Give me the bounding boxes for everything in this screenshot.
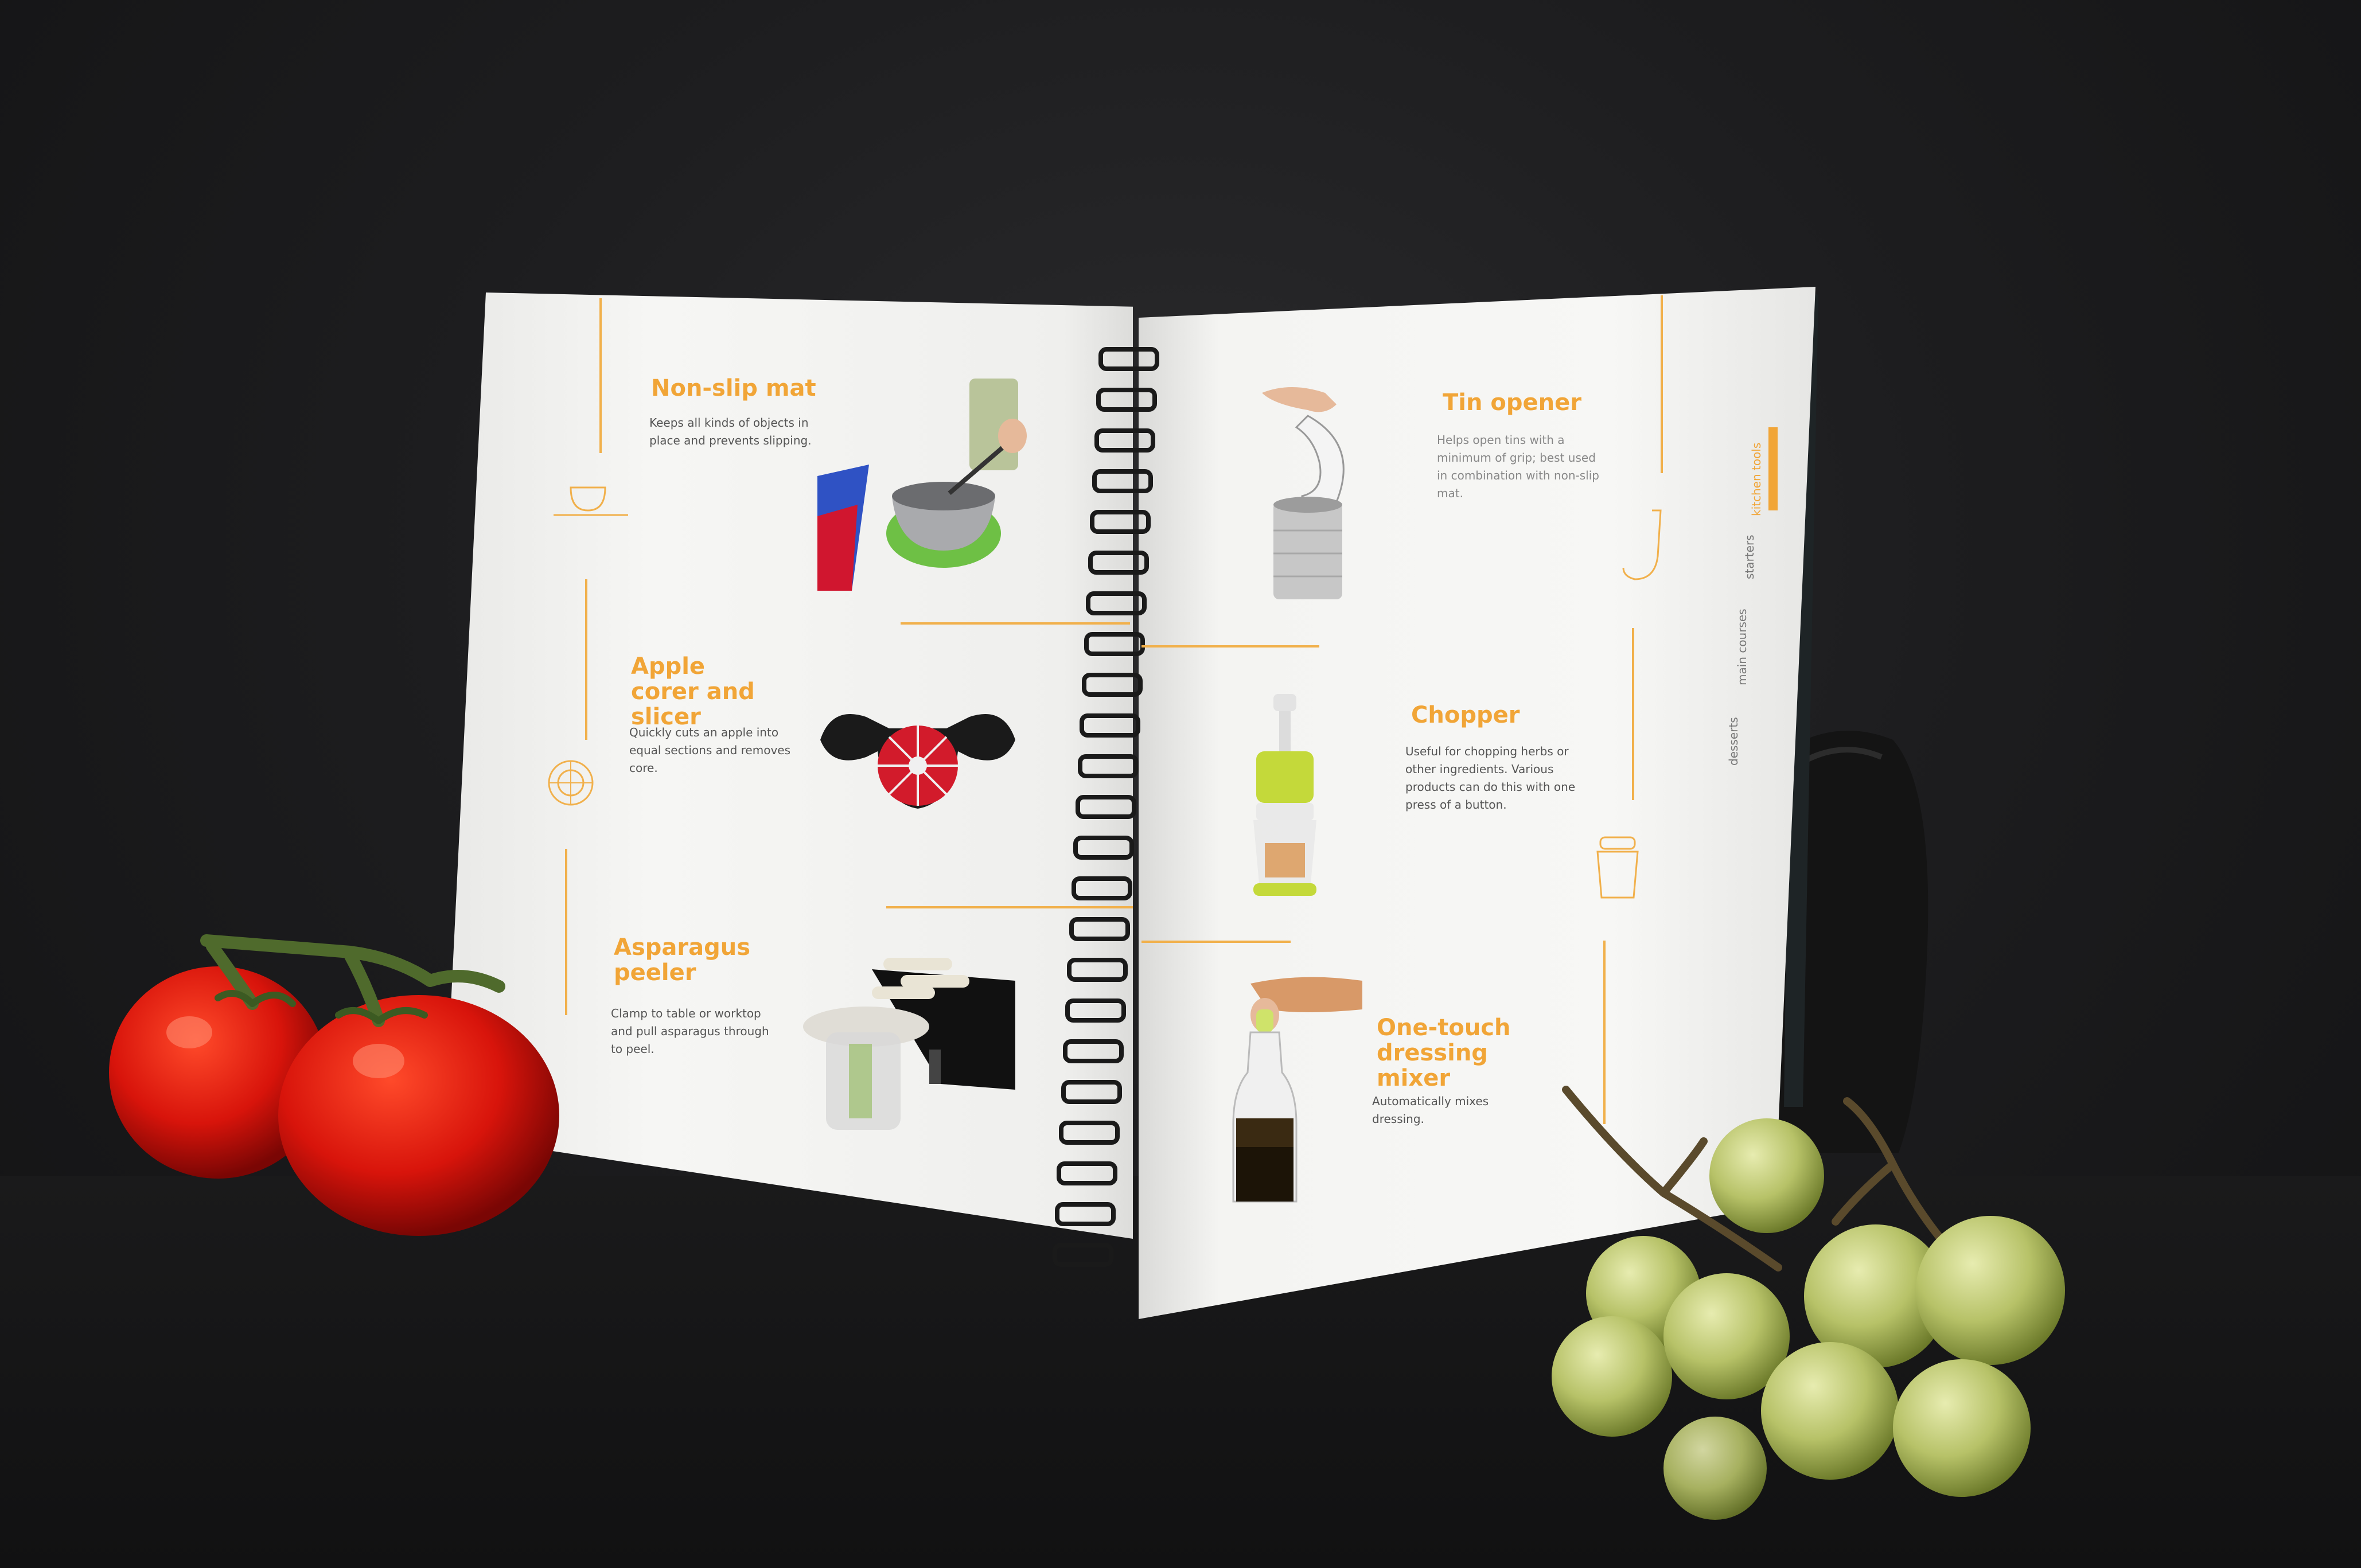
- left-divider-2: [585, 579, 587, 740]
- tool-title-non-slip-mat: Non-slip mat: [651, 375, 816, 401]
- spiral-ring: [1096, 388, 1158, 412]
- tab-main-courses[interactable]: main courses: [1735, 609, 1749, 685]
- right-separator-1: [1141, 645, 1319, 648]
- spiral-ring: [1053, 1243, 1113, 1267]
- spiral-ring: [1080, 713, 1141, 738]
- spiral-ring: [1061, 1080, 1122, 1104]
- spiral-ring: [1092, 469, 1154, 493]
- spiral-ring: [1065, 998, 1126, 1023]
- spiral-ring: [1063, 1039, 1124, 1063]
- spiral-ring: [1086, 591, 1147, 615]
- tool-desc-non-slip-mat: Keeps all kinds of objects in place and …: [649, 416, 812, 447]
- tin-opener-photo: [1262, 387, 1345, 599]
- spiral-ring: [1077, 754, 1139, 778]
- spiral-ring: [1090, 510, 1151, 534]
- spiral-ring: [1071, 876, 1132, 900]
- tool-title-dressing-mixer: One-touch dressing mixer: [1377, 1015, 1511, 1091]
- chopper-photo: [1253, 694, 1316, 896]
- left-separator-2: [886, 906, 1133, 908]
- tool-title-tin-opener: Tin opener: [1443, 389, 1581, 416]
- tool-desc-tin-opener: Helps open tins with a minimum of grip; …: [1437, 433, 1599, 500]
- left-divider-1: [599, 298, 602, 453]
- spiral-ring: [1054, 1202, 1116, 1226]
- grapes: [1552, 1086, 2065, 1520]
- spiral-ring: [1067, 958, 1128, 982]
- asparagus-peeler-photo: [803, 958, 1015, 1130]
- spiral-ring: [1073, 836, 1135, 860]
- spiral-ring: [1076, 795, 1136, 819]
- tab-desserts[interactable]: desserts: [1727, 717, 1740, 766]
- chopper-icon: [1596, 836, 1639, 899]
- right-divider-1: [1661, 295, 1663, 473]
- spiral-ring: [1069, 917, 1131, 941]
- apple-corer-photo: [820, 714, 1015, 809]
- tool-desc-asparagus-peeler: Clamp to table or worktop and pull aspar…: [611, 1007, 769, 1056]
- spiral-ring: [1094, 428, 1155, 453]
- apple-slicer-icon: [548, 760, 594, 806]
- spiral-ring: [1081, 673, 1143, 697]
- spiral-ring: [1088, 551, 1149, 575]
- tab-kitchen-tools-marker: [1768, 427, 1778, 510]
- tool-title-asparagus-peeler: Asparagus peeler: [614, 934, 751, 986]
- tool-desc-apple-corer: Quickly cuts an apple into equal section…: [629, 726, 791, 775]
- spiral-ring: [1057, 1161, 1118, 1185]
- tab-starters[interactable]: starters: [1743, 535, 1756, 579]
- tool-title-apple-corer: Apple corer and slicer: [631, 653, 755, 730]
- tool-title-chopper: Chopper: [1411, 702, 1520, 728]
- tab-kitchen-tools[interactable]: kitchen tools: [1750, 443, 1763, 516]
- tool-desc-chopper: Useful for chopping herbs or other ingre…: [1405, 744, 1576, 812]
- spiral-ring: [1058, 1121, 1120, 1145]
- left-separator-1: [901, 622, 1130, 625]
- tin-opener-icon: [1622, 509, 1662, 580]
- tomatoes: [109, 934, 559, 1236]
- bowl-icon: [554, 486, 628, 516]
- spiral-ring: [1084, 632, 1145, 656]
- dressing-mixer-photo: [1232, 977, 1362, 1203]
- non-slip-mat-photo: [817, 379, 1027, 591]
- right-divider-2: [1632, 628, 1634, 800]
- tool-desc-dressing-mixer: Automatically mixes dressing.: [1372, 1094, 1489, 1126]
- spiral-ring: [1098, 347, 1159, 371]
- right-separator-2: [1141, 941, 1291, 943]
